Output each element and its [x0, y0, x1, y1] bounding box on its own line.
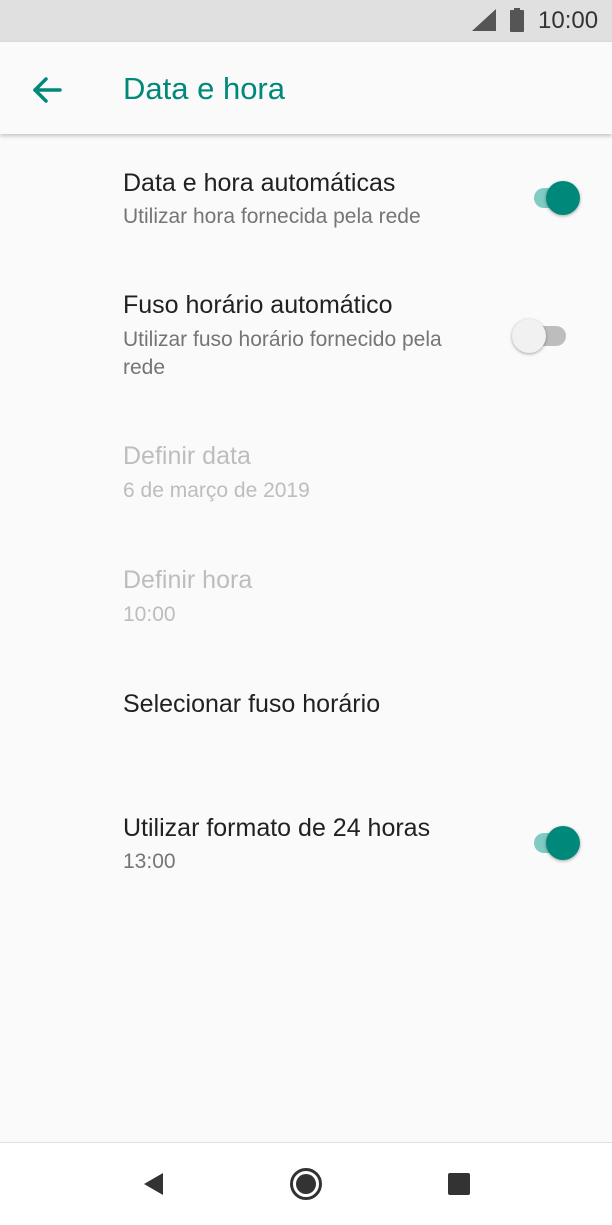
setting-title: Fuso horário automático: [123, 291, 393, 319]
settings-list: Data e hora automáticas Utilizar hora fo…: [0, 134, 612, 1142]
setting-auto-timezone[interactable]: Fuso horário automático Utilizar fuso ho…: [0, 256, 612, 406]
switch-thumb: [546, 826, 580, 860]
signal-icon: [472, 9, 496, 31]
setting-summary: Utilizar fuso horário fornecido pela red…: [123, 328, 442, 379]
setting-summary: 10:00: [123, 603, 176, 626]
auto-date-time-switch[interactable]: [522, 178, 580, 218]
setting-auto-date-time[interactable]: Data e hora automáticas Utilizar hora fo…: [0, 134, 612, 252]
arrow-left-icon[interactable]: [26, 70, 66, 110]
app-bar: Data e hora: [0, 42, 612, 134]
back-triangle-icon[interactable]: [134, 1164, 174, 1204]
setting-summary: 6 de março de 2019: [123, 479, 310, 502]
setting-title: Selecionar fuso horário: [123, 690, 381, 718]
page-title: Data e hora: [123, 71, 285, 106]
switch-thumb: [546, 181, 580, 215]
setting-title: Utilizar formato de 24 horas: [123, 814, 431, 842]
status-clock: 10:00: [538, 7, 599, 34]
status-bar: 10:00: [0, 0, 612, 42]
setting-title: Definir data: [123, 442, 251, 470]
setting-title: Data e hora automáticas: [123, 169, 396, 197]
setting-24-hour-format[interactable]: Utilizar formato de 24 horas 13:00: [0, 784, 612, 902]
recents-square-icon[interactable]: [439, 1164, 479, 1204]
home-circle-icon[interactable]: [286, 1164, 326, 1204]
navigation-bar: [0, 1142, 612, 1225]
setting-summary: 13:00: [123, 850, 176, 873]
switch-thumb: [512, 319, 546, 353]
battery-icon: [510, 8, 524, 32]
setting-select-timezone[interactable]: Selecionar fuso horário: [0, 656, 612, 756]
setting-summary: Utilizar hora fornecida pela rede: [123, 205, 421, 228]
setting-set-date: Definir data 6 de março de 2019: [0, 422, 612, 534]
auto-timezone-switch[interactable]: [512, 316, 568, 356]
24-hour-format-switch[interactable]: [522, 823, 580, 863]
setting-set-time: Definir hora 10:00: [0, 544, 612, 656]
setting-title: Definir hora: [123, 566, 253, 594]
